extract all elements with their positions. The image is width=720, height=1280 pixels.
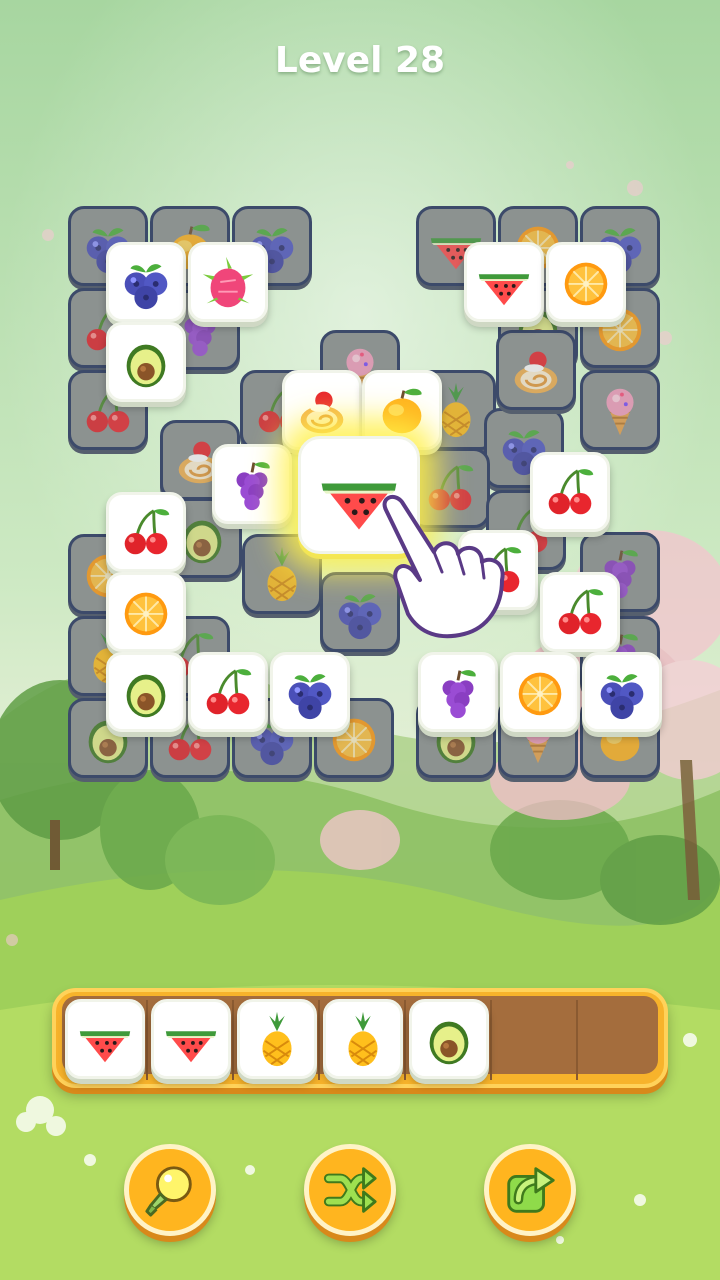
tile-cherry[interactable] (188, 652, 268, 732)
shuffle-button[interactable] (304, 1144, 396, 1236)
tile-orange[interactable] (500, 652, 580, 732)
tray-slot-filled (236, 999, 320, 1080)
tile-orange[interactable] (106, 572, 186, 652)
mango-icon (382, 388, 422, 434)
tray-tile-watermelon (65, 999, 145, 1079)
tray-slot-filled (150, 999, 234, 1080)
tile-blueberry[interactable] (270, 652, 350, 732)
avocado-icon (429, 1021, 469, 1065)
tray-slot-empty (580, 1000, 664, 1080)
cherry-icon (124, 509, 170, 555)
tray-slot-filled (408, 999, 492, 1080)
tile-board (0, 0, 720, 1280)
lightbulb-icon (145, 1166, 192, 1217)
pineapple-icon (262, 1011, 292, 1067)
cherry-icon (206, 669, 252, 715)
tray-slot-empty (494, 1000, 578, 1080)
cake-roll-icon (514, 351, 558, 394)
cherry-icon (558, 589, 604, 635)
tile-blueberry[interactable] (582, 652, 662, 732)
undo-arrow-icon (507, 1167, 555, 1213)
tray-tile-pineapple (237, 999, 317, 1079)
hint-button[interactable] (124, 1144, 216, 1236)
watermelon-icon (79, 1031, 131, 1063)
tray-slots (62, 996, 658, 1080)
tray-tile-avocado (409, 999, 489, 1079)
orange-icon (124, 592, 168, 636)
tray-tile-pineapple (323, 999, 403, 1079)
tile-orange[interactable] (546, 242, 626, 322)
tray-tile-watermelon (151, 999, 231, 1079)
blueberry-icon (124, 264, 168, 310)
tile-avocado[interactable] (106, 652, 186, 732)
tray-slot-filled (322, 999, 406, 1080)
orange-icon (564, 262, 608, 306)
tile-ice-cream (580, 370, 660, 450)
tile-avocado[interactable] (106, 322, 186, 402)
watermelon-icon (478, 274, 530, 306)
tile-cherry[interactable] (540, 572, 620, 652)
grape-icon (236, 462, 270, 511)
tile-dragon-fruit[interactable] (188, 242, 268, 322)
pineapple-icon (348, 1011, 378, 1067)
tile-grape[interactable] (212, 444, 292, 524)
pointing-hand-icon (382, 494, 505, 639)
dragon-fruit-icon (202, 256, 254, 308)
avocado-icon (126, 674, 166, 718)
pineapple-icon (267, 546, 297, 602)
shuffle-icon (323, 1167, 377, 1213)
avocado-icon (126, 344, 166, 388)
tile-grape[interactable] (418, 652, 498, 732)
grape-icon (442, 670, 476, 719)
cake-roll-icon (300, 391, 344, 434)
collection-tray (52, 988, 668, 1088)
cherry-icon (548, 469, 594, 515)
watermelon-icon (165, 1031, 217, 1063)
ice-cream-icon (606, 388, 634, 436)
tile-cake-roll (496, 330, 576, 410)
blueberry-icon (600, 674, 644, 720)
tile-watermelon[interactable] (464, 242, 544, 322)
undo-button[interactable] (484, 1144, 576, 1236)
tile-cherry[interactable] (530, 452, 610, 532)
tile-blueberry[interactable] (106, 242, 186, 322)
tile-cherry[interactable] (106, 492, 186, 572)
tray-slot-filled (64, 999, 148, 1080)
blueberry-icon (288, 674, 332, 720)
orange-icon (518, 672, 562, 716)
